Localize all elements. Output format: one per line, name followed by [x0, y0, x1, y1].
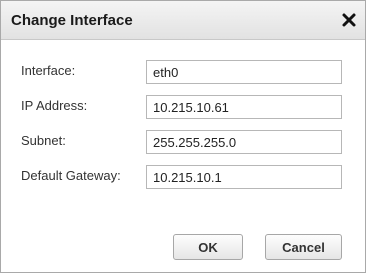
default-gateway-field[interactable] — [146, 165, 342, 189]
default-gateway-label: Default Gateway: — [21, 168, 121, 183]
dialog-titlebar: Change Interface — [1, 1, 365, 40]
subnet-field[interactable] — [146, 130, 342, 154]
interface-label: Interface: — [21, 63, 76, 78]
close-icon[interactable] — [339, 10, 359, 30]
ip-address-label: IP Address: — [21, 98, 88, 113]
change-interface-dialog: Change Interface Interface: IP Address: … — [0, 0, 366, 273]
ok-button[interactable]: OK — [173, 234, 243, 260]
dialog-title: Change Interface — [11, 12, 133, 29]
ip-address-field[interactable] — [146, 95, 342, 119]
subnet-label: Subnet: — [21, 133, 66, 148]
cancel-button[interactable]: Cancel — [265, 234, 342, 260]
interface-field[interactable] — [146, 60, 342, 84]
